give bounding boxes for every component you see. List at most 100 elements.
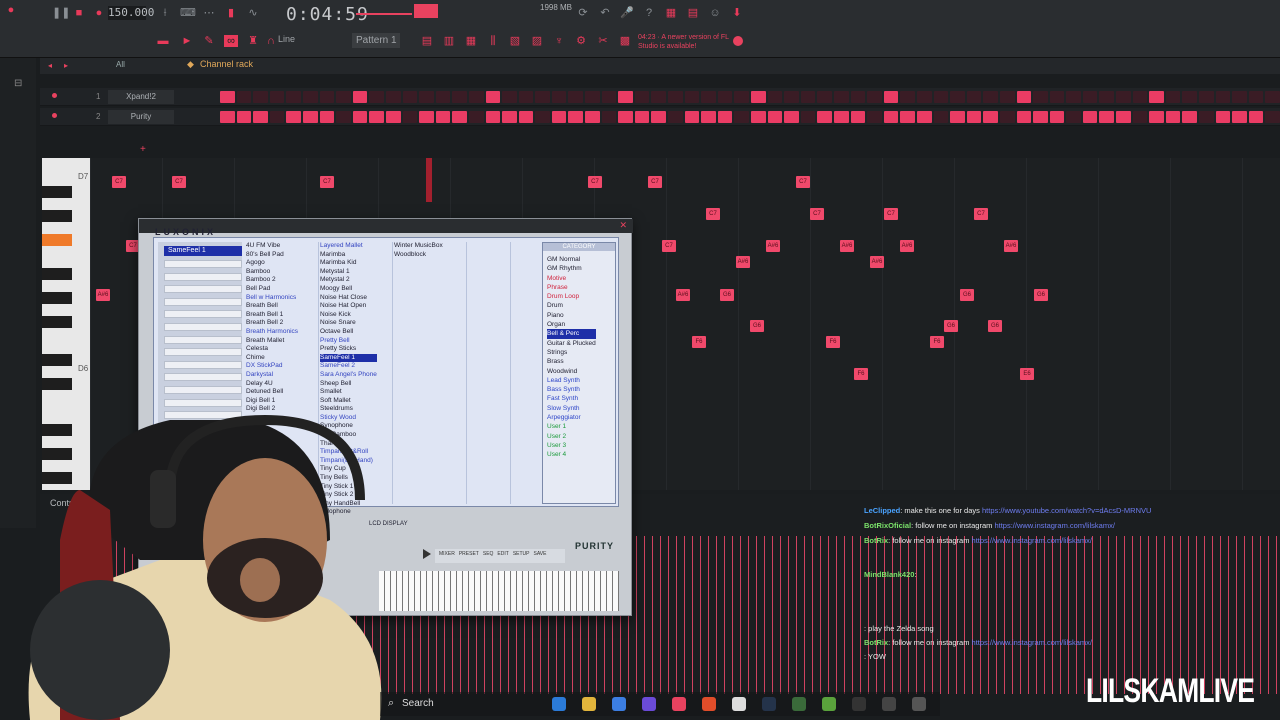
step-button[interactable] xyxy=(950,91,965,103)
magnet-icon[interactable]: ∩ xyxy=(264,35,278,47)
preset-item[interactable]: Pretty Sticks xyxy=(320,345,377,354)
bank-slot[interactable] xyxy=(164,310,242,319)
black-key[interactable] xyxy=(42,316,72,328)
preset-item[interactable]: Agogo xyxy=(246,259,298,268)
add-channel-icon[interactable]: + xyxy=(140,144,146,155)
step-button[interactable] xyxy=(1149,111,1164,123)
step-button[interactable] xyxy=(1033,111,1048,123)
channel-name-button[interactable]: Purity xyxy=(108,110,174,124)
snap-icon[interactable]: ⟊ xyxy=(158,7,172,19)
category-item[interactable]: GM Rhythm xyxy=(547,264,596,273)
step-button[interactable] xyxy=(784,111,799,123)
mic-icon[interactable]: 🎤 xyxy=(620,7,634,19)
step-button[interactable] xyxy=(1082,91,1098,103)
channel-row[interactable]: 2 Purity xyxy=(40,108,1280,126)
step-button[interactable] xyxy=(999,111,1015,123)
step-button[interactable] xyxy=(302,91,318,103)
step-button[interactable] xyxy=(900,91,915,103)
channel-name-button[interactable]: Xpand!2 xyxy=(108,90,174,104)
countdown-icon[interactable]: ⋯ xyxy=(202,7,216,19)
step-button[interactable] xyxy=(634,91,650,103)
chat-username[interactable]: BotRix xyxy=(864,536,888,545)
cpu-icon[interactable]: ⟳ xyxy=(576,7,590,19)
preset-item[interactable]: SameFeel 2 xyxy=(320,362,377,371)
step-button[interactable] xyxy=(286,111,301,123)
step-button[interactable] xyxy=(385,111,401,123)
category-item[interactable]: Fast Synth xyxy=(547,394,596,403)
preset-item[interactable]: Layered Mallet xyxy=(320,242,377,251)
steam-icon[interactable] xyxy=(762,697,776,711)
step-button[interactable] xyxy=(1248,111,1264,123)
step-button[interactable] xyxy=(966,111,982,123)
category-item[interactable]: Bell & Perc xyxy=(547,329,596,339)
category-item[interactable]: User 4 xyxy=(547,450,596,459)
chat-icon[interactable]: ☺ xyxy=(708,7,722,19)
step-button[interactable] xyxy=(319,91,335,103)
step-button[interactable] xyxy=(867,111,882,123)
black-key[interactable] xyxy=(42,292,72,304)
preset-item[interactable]: Breath Bell 1 xyxy=(246,311,298,320)
step-button[interactable] xyxy=(767,91,783,103)
chat-link[interactable]: https://www.youtube.com/watch?v=dAcsD-MR… xyxy=(982,506,1151,515)
step-button[interactable] xyxy=(1033,91,1048,103)
step-button[interactable] xyxy=(551,91,567,103)
category-item[interactable]: User 1 xyxy=(547,422,596,431)
step-button[interactable] xyxy=(518,111,534,123)
preset-item[interactable]: Woodblock xyxy=(394,251,443,260)
preset-item[interactable]: Pretty Bell xyxy=(320,337,377,346)
step-button[interactable] xyxy=(236,91,252,103)
step-button[interactable] xyxy=(1215,111,1231,123)
step-button[interactable] xyxy=(319,111,335,123)
xbox-icon[interactable] xyxy=(822,697,836,711)
preset-item[interactable]: Noise Snare xyxy=(320,319,377,328)
step-button[interactable] xyxy=(585,91,600,103)
step-button[interactable] xyxy=(435,111,451,123)
step-button[interactable] xyxy=(618,91,633,103)
step-button[interactable] xyxy=(568,91,584,103)
step-button[interactable] xyxy=(352,91,368,103)
step-button[interactable] xyxy=(651,111,667,123)
arrow-right-icon[interactable]: ► xyxy=(180,35,194,47)
step-button[interactable] xyxy=(1182,91,1198,103)
step-button[interactable] xyxy=(668,91,683,103)
step-button[interactable] xyxy=(900,111,915,123)
step-button[interactable] xyxy=(369,91,384,103)
download-icon[interactable]: ⬇ xyxy=(730,7,744,19)
preset-item[interactable]: Detuned Bell xyxy=(246,388,298,397)
step-button[interactable] xyxy=(999,91,1015,103)
preset-item[interactable]: Bamboo xyxy=(246,268,298,277)
step-button[interactable] xyxy=(1099,91,1115,103)
folder-icon[interactable] xyxy=(582,697,596,711)
bank-slot[interactable] xyxy=(164,386,242,394)
step-button[interactable] xyxy=(302,111,318,123)
preset-column-1[interactable]: 4U FM Vibe 80's Bell Pad Agogo Bamboo Bamboo… xyxy=(246,242,298,414)
category-item[interactable]: Strings xyxy=(547,348,596,357)
step-button[interactable] xyxy=(817,91,832,103)
preset-item[interactable]: Chime xyxy=(246,354,298,363)
step-button[interactable] xyxy=(1132,91,1148,103)
step-button[interactable] xyxy=(502,91,517,103)
preset-item[interactable]: Bamboo 2 xyxy=(246,276,298,285)
pause-icon[interactable]: ❚❚ xyxy=(52,7,70,19)
step-button[interactable] xyxy=(618,111,633,123)
media-icon[interactable] xyxy=(912,697,926,711)
step-button[interactable] xyxy=(1116,91,1131,103)
category-item[interactable]: User 3 xyxy=(547,441,596,450)
step-button[interactable] xyxy=(585,111,600,123)
step-sequencer[interactable] xyxy=(220,91,1280,103)
plugin-tab[interactable]: PRESET xyxy=(459,551,479,557)
step-button[interactable] xyxy=(485,111,501,123)
step-button[interactable] xyxy=(701,91,716,103)
step-button[interactable] xyxy=(1232,91,1247,103)
app-icon[interactable] xyxy=(792,697,806,711)
chat-username[interactable]: MindBlank420 xyxy=(864,570,914,579)
step-button[interactable] xyxy=(1182,111,1198,123)
step-button[interactable] xyxy=(568,111,584,123)
preset-item[interactable]: Sara Angel's Phone xyxy=(320,371,377,380)
mixer-button-icon[interactable]: ⫼ xyxy=(486,35,500,47)
step-button[interactable] xyxy=(1016,91,1032,103)
step-button[interactable] xyxy=(220,91,235,103)
discord-icon[interactable] xyxy=(642,697,656,711)
plugin-icon[interactable]: ▨ xyxy=(530,35,544,47)
category-item[interactable]: Lead Synth xyxy=(547,376,596,385)
